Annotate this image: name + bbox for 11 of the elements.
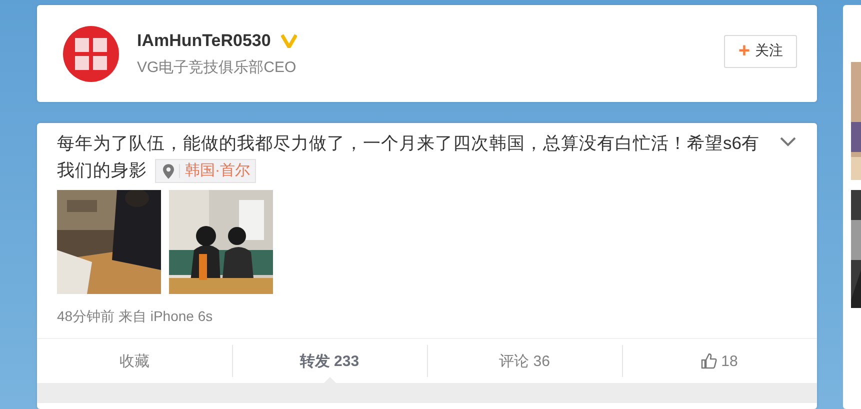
post-meta: 48分钟前 来自 iPhone 6s xyxy=(57,308,214,326)
user-bio: VG电子竞技俱乐部CEO xyxy=(137,58,298,76)
location-pin-icon xyxy=(163,164,174,179)
thumbs-up-icon xyxy=(701,353,718,369)
like-button[interactable]: 18 xyxy=(622,339,817,383)
plus-icon: + xyxy=(738,41,750,61)
user-name[interactable]: IAmHunTeR0530 xyxy=(137,30,271,50)
follow-button[interactable]: + 关注 xyxy=(724,34,797,68)
chevron-down-icon[interactable] xyxy=(780,137,796,147)
location-link[interactable]: 韩国·首尔 xyxy=(155,159,256,184)
post-text: 每年为了队伍，能做的我都尽力做了，一个月来了四次韩国，总算没有白忙活！希望s6有我们的身影 韩国·首尔 xyxy=(57,130,769,184)
